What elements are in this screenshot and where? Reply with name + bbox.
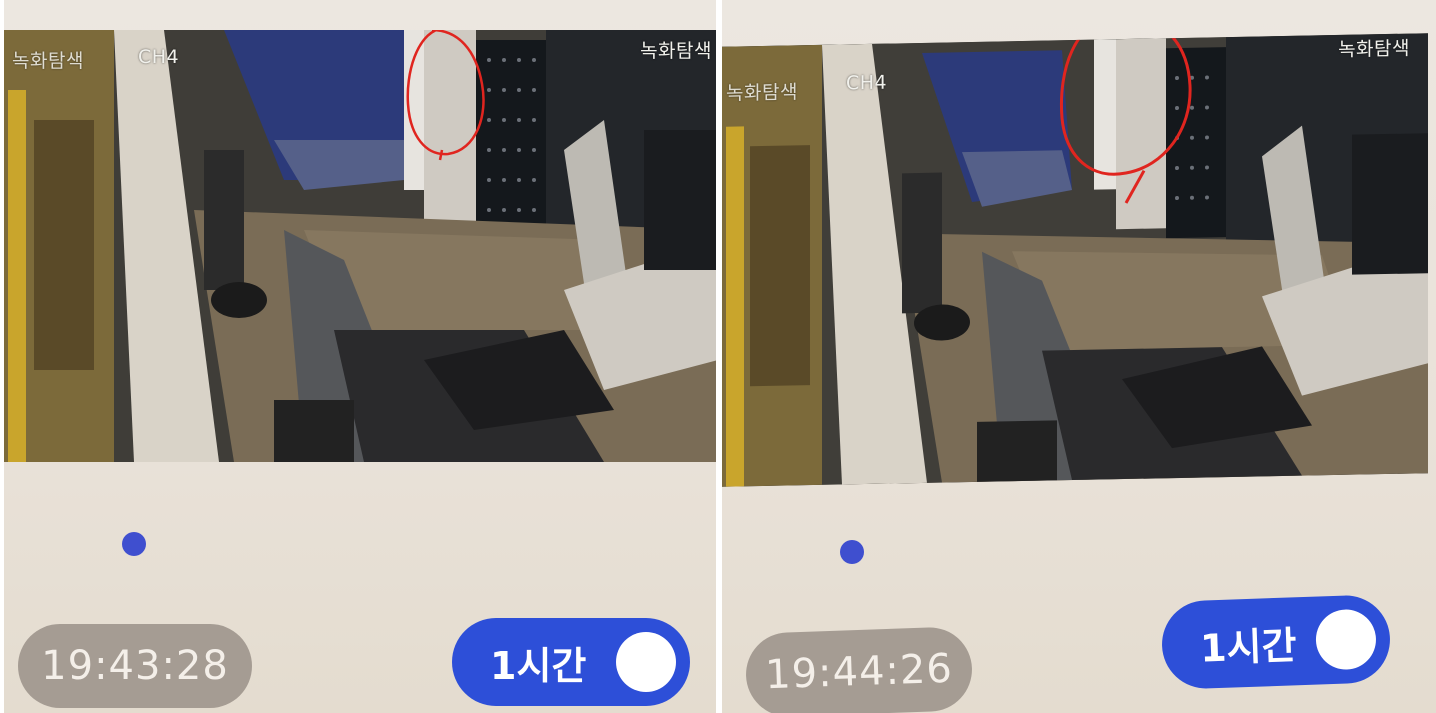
toggle-knob-icon[interactable] [616, 632, 676, 692]
toggle-knob-icon[interactable] [1314, 608, 1377, 671]
channel-label: CH4 [138, 46, 180, 68]
record-dot-icon [840, 540, 864, 564]
camera-scene [722, 33, 1428, 487]
timestamp-display: 19:44:26 [744, 626, 974, 713]
channel-label: CH4 [846, 71, 888, 95]
camera-scene [4, 30, 718, 462]
recording-search-label[interactable]: 녹화탐색 [1338, 34, 1410, 62]
one-hour-toggle[interactable]: 1시간 [452, 618, 690, 706]
toggle-label: 1시간 [1199, 622, 1298, 671]
record-dot-icon [122, 532, 146, 556]
one-hour-toggle[interactable]: 1시간 [1160, 594, 1392, 690]
recording-search-label[interactable]: 녹화탐색 [640, 36, 712, 63]
left-overlay-label: 녹화탐색 [726, 81, 798, 105]
timestamp-display: 19:43:28 [18, 624, 252, 708]
right-screenshot-panel: CH4 녹화탐색 녹화탐색 19:44:26 1시간 [722, 0, 1436, 713]
left-overlay-label: 녹화탐색 [12, 50, 84, 72]
cctv-camera-feed: CH4 녹화탐색 녹화탐색 [722, 33, 1428, 487]
toggle-label: 1시간 [490, 643, 587, 688]
cctv-camera-feed: CH4 녹화탐색 녹화탐색 [4, 30, 718, 462]
left-screenshot-panel: CH4 녹화탐색 녹화탐색 19:43:28 1시간 [4, 0, 718, 713]
